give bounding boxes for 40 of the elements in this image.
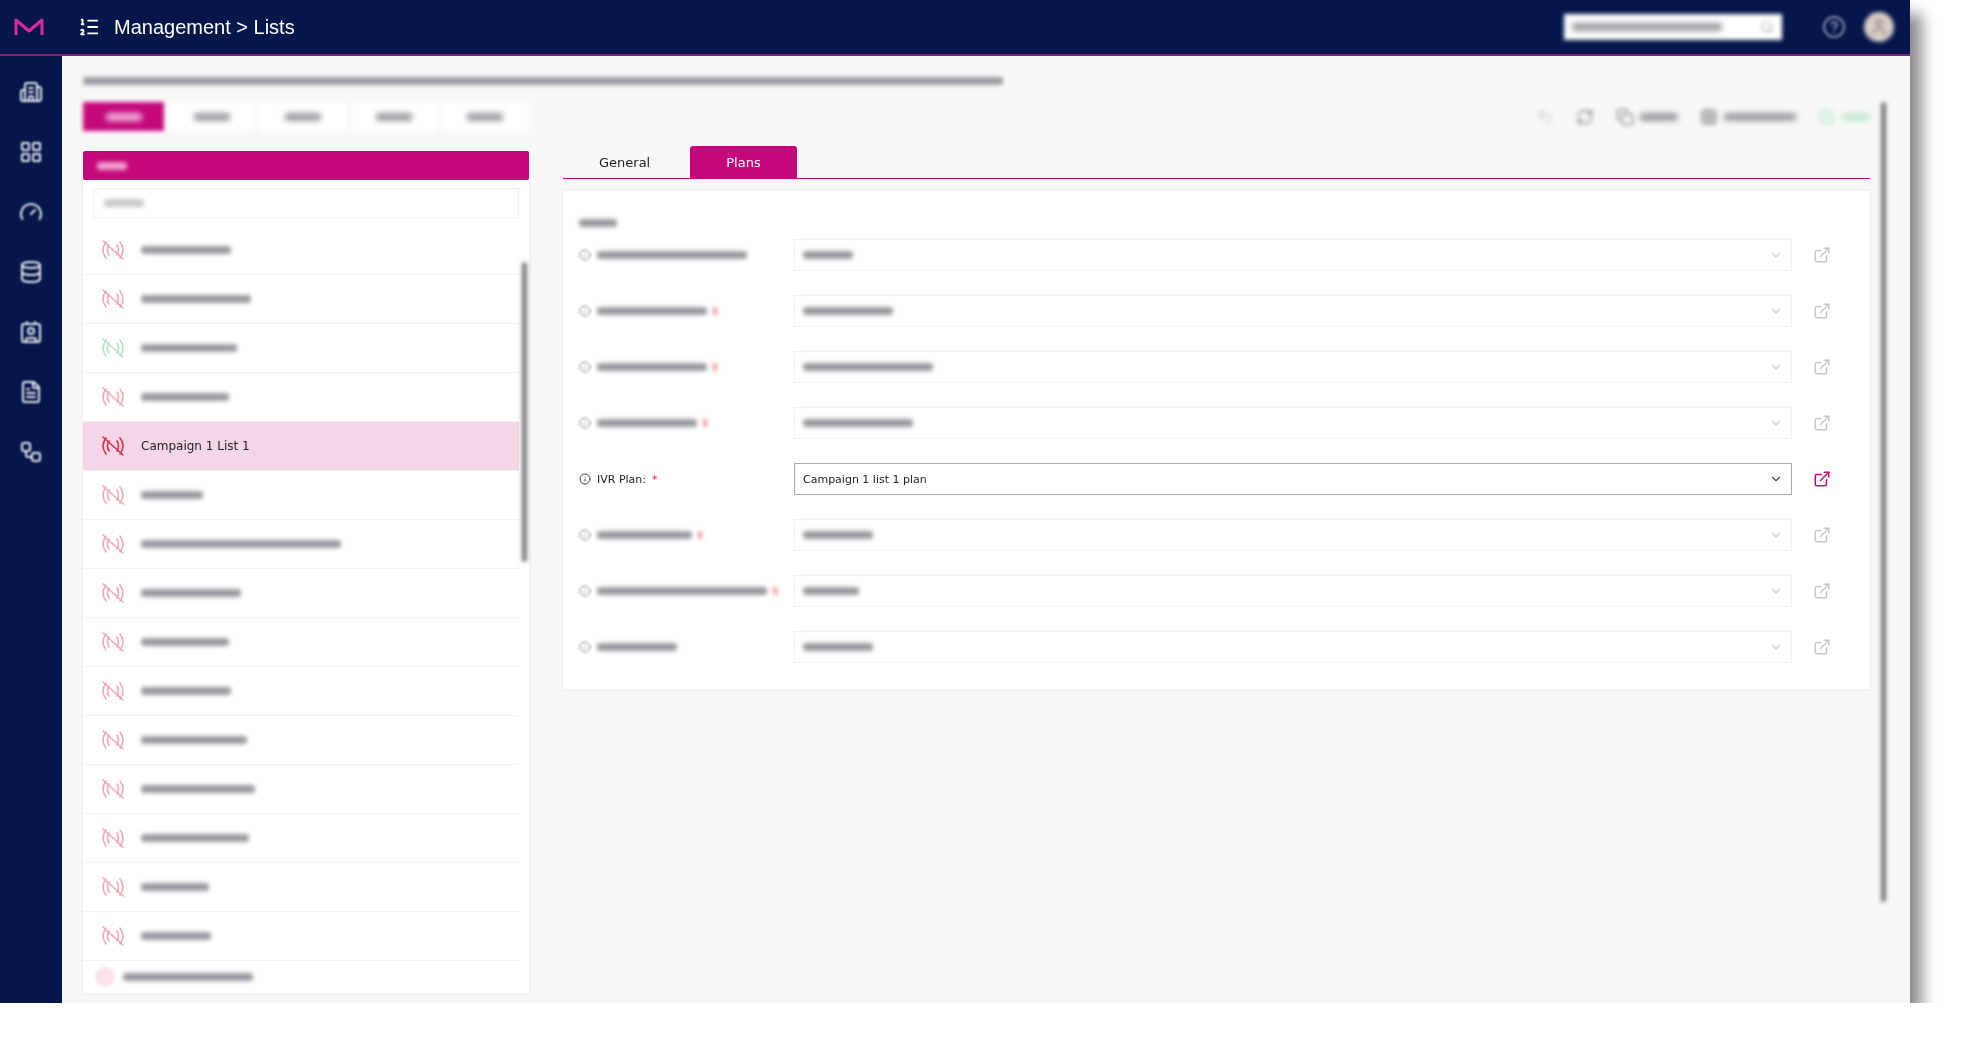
- blurred-text: [1724, 113, 1796, 121]
- refresh-icon[interactable]: [1576, 108, 1594, 126]
- menu-icon[interactable]: [78, 16, 100, 38]
- plan-select[interactable]: Campaign 1 list 1 plan: [794, 463, 1792, 495]
- detail-tab[interactable]: General: [563, 146, 687, 178]
- filter-tab[interactable]: [83, 102, 165, 131]
- open-external-icon[interactable]: [1813, 470, 1831, 488]
- plan-select[interactable]: [794, 519, 1792, 551]
- blurred-text: [1640, 113, 1678, 121]
- sidebar-icon[interactable]: [19, 260, 43, 284]
- avatar[interactable]: [1864, 12, 1894, 42]
- copy-icon[interactable]: [1616, 108, 1634, 126]
- list-item[interactable]: Campaign 1 List 1: [83, 422, 519, 471]
- sidebar-icon[interactable]: [19, 320, 43, 344]
- plan-select[interactable]: [794, 239, 1792, 271]
- field-label: IVR Plan:: [597, 472, 647, 486]
- sidebar-icon[interactable]: [19, 140, 43, 164]
- info-icon[interactable]: [579, 473, 591, 485]
- blurred-text: [579, 219, 617, 227]
- plan-select[interactable]: [794, 351, 1792, 383]
- help-icon[interactable]: [1822, 15, 1846, 39]
- scrollbar[interactable]: [1881, 102, 1886, 902]
- plan-select[interactable]: [794, 295, 1792, 327]
- breadcrumb: Management > Lists: [114, 15, 296, 39]
- logo-icon: [14, 17, 44, 37]
- required-mark: *: [652, 472, 658, 486]
- grid-icon[interactable]: [1700, 108, 1718, 126]
- search-field[interactable]: [93, 188, 519, 218]
- sidebar-icon[interactable]: [19, 440, 43, 464]
- search-icon: [1760, 20, 1774, 34]
- sidebar-icon[interactable]: [19, 380, 43, 404]
- sidebar-icon[interactable]: [19, 80, 43, 104]
- search-field[interactable]: [1564, 14, 1782, 40]
- scrollbar[interactable]: [522, 262, 527, 562]
- detail-tab[interactable]: Plans: [690, 146, 797, 178]
- blurred-text: [1842, 113, 1870, 121]
- plan-select[interactable]: [794, 407, 1792, 439]
- plan-select[interactable]: [794, 631, 1792, 663]
- plan-select[interactable]: [794, 575, 1792, 607]
- save-icon[interactable]: [1818, 108, 1836, 126]
